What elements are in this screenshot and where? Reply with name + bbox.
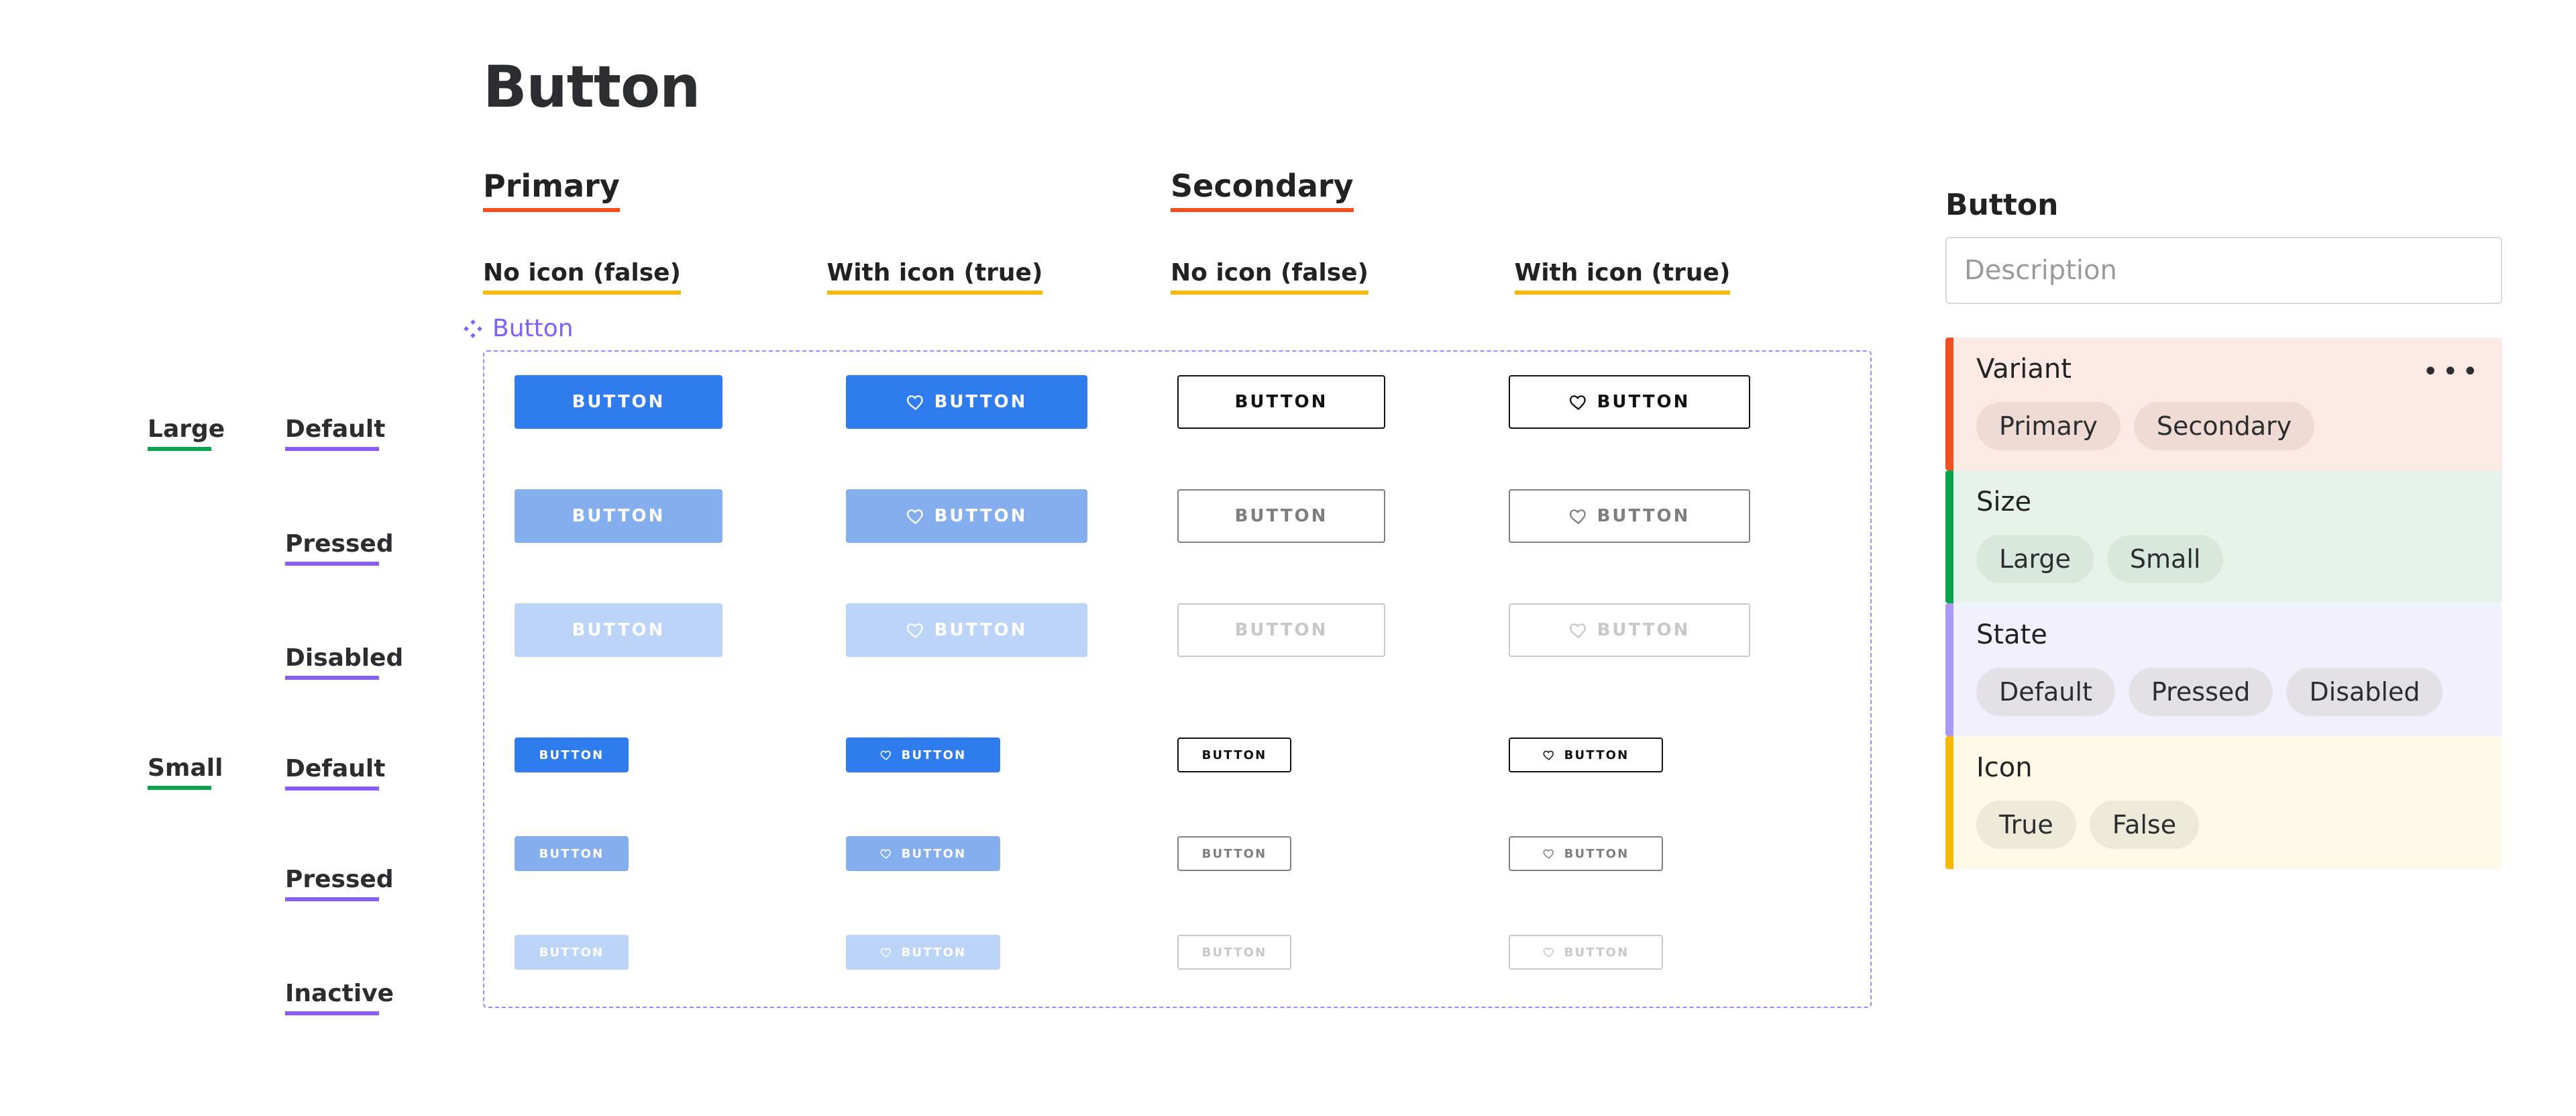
- property-group-icon: Icon True False: [1945, 736, 2502, 869]
- button-secondary-large-disabled-icon: BUTTON: [1509, 603, 1750, 657]
- state-label-pressed-small: Pressed: [285, 866, 379, 901]
- heart-icon: [1569, 393, 1588, 411]
- button-primary-small-pressed[interactable]: BUTTON: [515, 836, 629, 871]
- heart-icon: [1543, 848, 1555, 860]
- component-frame-label: Button: [463, 315, 1858, 342]
- subheader-primary-noicon: No icon (false): [483, 259, 681, 295]
- property-label-state: State: [1976, 619, 2482, 650]
- state-label-inactive-small: Inactive: [285, 980, 379, 1015]
- subheader-primary-withicon: With icon (true): [827, 259, 1043, 295]
- property-label-variant: Variant: [1976, 354, 2482, 385]
- variant-grid-area: Primary Secondary No icon (false) With i…: [483, 168, 1858, 1008]
- variant-header-primary: Primary: [483, 168, 620, 212]
- heart-icon: [1543, 946, 1555, 958]
- description-input[interactable]: Description: [1945, 237, 2502, 304]
- heart-icon: [1569, 507, 1588, 525]
- heart-icon: [906, 621, 925, 640]
- property-group-variant: ••• Variant Primary Secondary: [1945, 338, 2502, 470]
- variant-headers: Primary Secondary: [483, 168, 1858, 232]
- button-primary-small-inactive: BUTTON: [515, 935, 629, 970]
- heart-icon: [880, 946, 892, 958]
- property-group-size: Size Large Small: [1945, 470, 2502, 603]
- page-title: Button: [483, 54, 2428, 121]
- chip-icon-true[interactable]: True: [1976, 801, 2076, 849]
- property-group-state: State Default Pressed Disabled: [1945, 603, 2502, 736]
- button-primary-large-disabled-icon: BUTTON: [846, 603, 1087, 657]
- heart-icon: [906, 507, 925, 525]
- button-secondary-small-inactive-icon: BUTTON: [1509, 935, 1663, 970]
- button-primary-large-default[interactable]: BUTTON: [515, 375, 722, 429]
- state-label-pressed-large: Pressed: [285, 530, 379, 566]
- button-secondary-small-inactive: BUTTON: [1177, 935, 1291, 970]
- button-secondary-small-pressed-icon[interactable]: BUTTON: [1509, 836, 1663, 871]
- chip-state-default[interactable]: Default: [1976, 668, 2115, 716]
- button-primary-large-pressed[interactable]: BUTTON: [515, 489, 722, 543]
- component-grid-frame: BUTTON BUTTON BUTTON BUTTON BUTTON BUTTO…: [483, 350, 1872, 1008]
- button-primary-small-default[interactable]: BUTTON: [515, 738, 629, 772]
- button-primary-small-inactive-icon: BUTTON: [846, 935, 1000, 970]
- button-primary-small-default-icon[interactable]: BUTTON: [846, 738, 1000, 772]
- chip-icon-false[interactable]: False: [2090, 801, 2199, 849]
- chip-state-pressed[interactable]: Pressed: [2129, 668, 2273, 716]
- variant-header-secondary: Secondary: [1171, 168, 1354, 212]
- state-label-default-large: Default: [285, 415, 379, 451]
- chip-size-small[interactable]: Small: [2107, 535, 2224, 583]
- button-secondary-small-pressed[interactable]: BUTTON: [1177, 836, 1291, 871]
- button-secondary-small-default-icon[interactable]: BUTTON: [1509, 738, 1663, 772]
- more-icon[interactable]: •••: [2422, 356, 2482, 387]
- button-primary-large-disabled: BUTTON: [515, 603, 722, 657]
- button-secondary-large-pressed[interactable]: BUTTON: [1177, 489, 1385, 543]
- heart-icon: [880, 749, 892, 761]
- subheader-secondary-noicon: No icon (false): [1171, 259, 1368, 295]
- size-label-small: Small: [148, 754, 211, 790]
- size-label-large: Large: [148, 415, 211, 451]
- button-primary-large-pressed-icon[interactable]: BUTTON: [846, 489, 1087, 543]
- button-secondary-large-pressed-icon[interactable]: BUTTON: [1509, 489, 1750, 543]
- state-label-default-small: Default: [285, 755, 379, 791]
- chip-variant-secondary[interactable]: Secondary: [2134, 402, 2314, 450]
- button-secondary-large-default[interactable]: BUTTON: [1177, 375, 1385, 429]
- state-label-disabled-large: Disabled: [285, 644, 379, 680]
- subheader-secondary-withicon: With icon (true): [1515, 259, 1731, 295]
- button-secondary-large-disabled: BUTTON: [1177, 603, 1385, 657]
- heart-icon: [880, 848, 892, 860]
- chip-state-disabled[interactable]: Disabled: [2286, 668, 2443, 716]
- button-primary-small-pressed-icon[interactable]: BUTTON: [846, 836, 1000, 871]
- property-label-size: Size: [1976, 487, 2482, 517]
- button-primary-large-default-icon[interactable]: BUTTON: [846, 375, 1087, 429]
- button-secondary-large-default-icon[interactable]: BUTTON: [1509, 375, 1750, 429]
- chip-variant-primary[interactable]: Primary: [1976, 402, 2121, 450]
- component-frame-name: Button: [492, 315, 574, 342]
- heart-icon: [1543, 749, 1555, 761]
- property-label-icon: Icon: [1976, 752, 2482, 783]
- button-secondary-small-default[interactable]: BUTTON: [1177, 738, 1291, 772]
- property-panel-title: Button: [1945, 188, 2502, 222]
- chip-size-large[interactable]: Large: [1976, 535, 2094, 583]
- description-placeholder: Description: [1964, 255, 2117, 286]
- heart-icon: [1569, 621, 1588, 640]
- property-panel: Button Description ••• Variant Primary S…: [1945, 188, 2502, 869]
- component-icon: [463, 319, 483, 339]
- heart-icon: [906, 393, 925, 411]
- icon-subheaders: No icon (false) With icon (true) No icon…: [483, 259, 1858, 295]
